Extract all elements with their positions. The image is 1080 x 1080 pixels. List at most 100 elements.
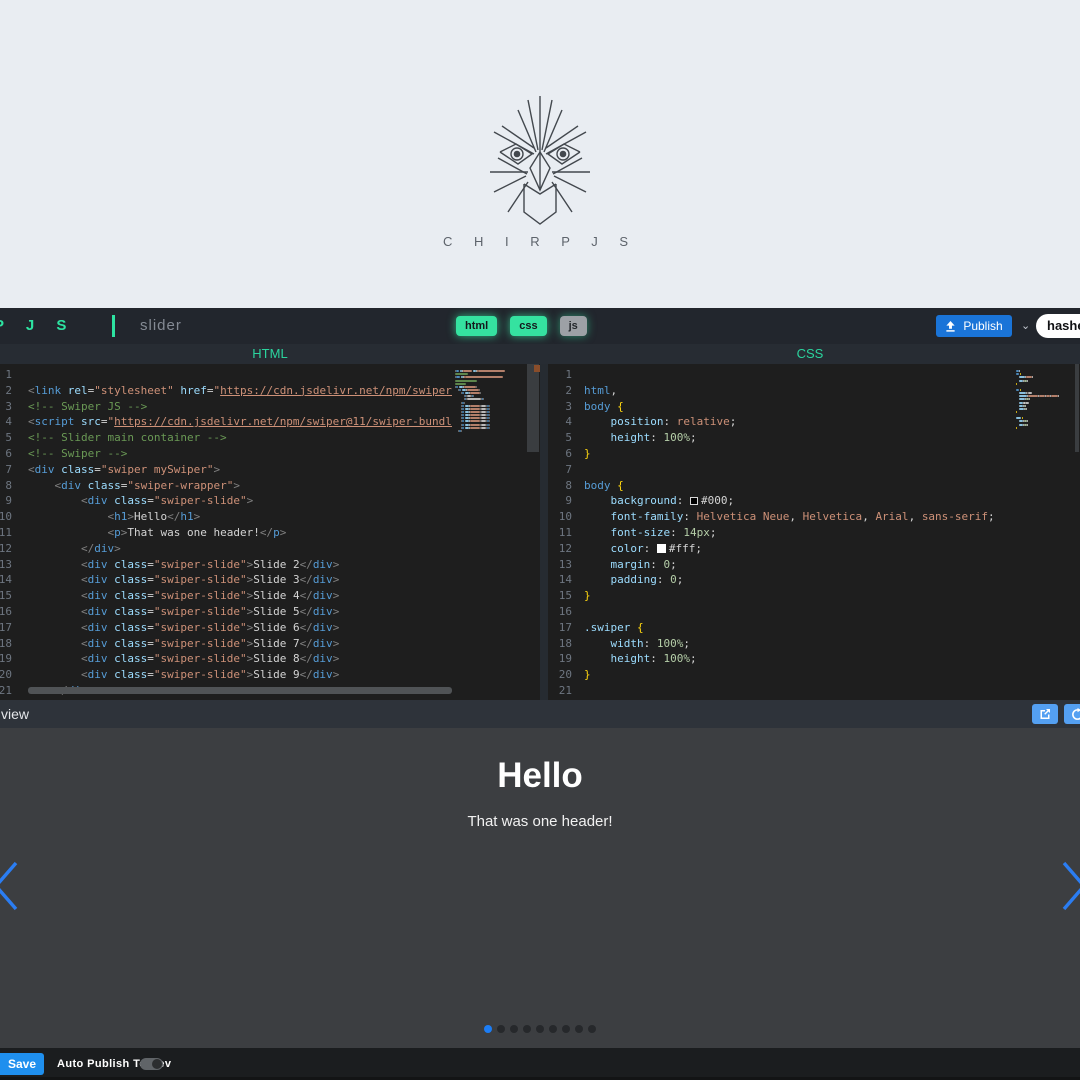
- chevron-down-icon[interactable]: ⌄: [1021, 319, 1030, 332]
- pagination-dot[interactable]: [510, 1025, 518, 1033]
- line-number: 8: [554, 478, 572, 494]
- pagination-dot[interactable]: [536, 1025, 544, 1033]
- minimap[interactable]: [1016, 367, 1074, 433]
- code-line: <div class="swiper-slide">Slide 6</div>: [28, 620, 452, 636]
- line-number: 19: [554, 651, 572, 667]
- line-number: 13: [0, 557, 12, 573]
- refresh-icon: [1071, 708, 1080, 721]
- vertical-scrollbar[interactable]: [1074, 364, 1080, 700]
- code-line: <!-- Slider main container -->: [28, 430, 452, 446]
- toolbar: P J S slider html css js Publish ⌄ hashe…: [0, 308, 1080, 344]
- refresh-button[interactable]: [1064, 704, 1080, 724]
- panel-title-html: HTML: [0, 346, 540, 361]
- code-line: <div class="swiper-slide">: [28, 493, 452, 509]
- line-number: 16: [0, 604, 12, 620]
- line-number: 16: [554, 604, 572, 620]
- preview-subtext: That was one header!: [0, 813, 1080, 830]
- tab-js[interactable]: js: [560, 316, 587, 336]
- project-name: slider: [140, 317, 182, 334]
- user-pill[interactable]: hashem: [1036, 314, 1080, 338]
- code-line: <div class="swiper-slide">Slide 5</div>: [28, 604, 452, 620]
- code-line: [584, 462, 1012, 478]
- code-line: <div class="swiper-slide">Slide 8</div>: [28, 651, 452, 667]
- code-line: <div class="swiper-slide">Slide 7</div>: [28, 636, 452, 652]
- code-line: [584, 367, 1012, 383]
- code-line: margin: 0;: [584, 557, 1012, 573]
- pagination-dot[interactable]: [575, 1025, 583, 1033]
- line-number: 11: [0, 525, 12, 541]
- code-line: width: 100%;: [584, 636, 1012, 652]
- scrollbar-thumb[interactable]: [527, 364, 539, 452]
- code-line: font-size: 14px;: [584, 525, 1012, 541]
- html-editor[interactable]: 123456789101112131415161718192021 <link …: [0, 364, 540, 700]
- minimap-line: [455, 430, 525, 433]
- scrollbar-thumb[interactable]: [1075, 364, 1079, 452]
- code-line: <h1>Hello</h1>: [28, 509, 452, 525]
- code-line: <!-- Swiper -->: [28, 446, 452, 462]
- line-number: 9: [0, 493, 12, 509]
- code-area[interactable]: <link rel="stylesheet" href="https://cdn…: [28, 367, 452, 699]
- code-line: background: #000;: [584, 493, 1012, 509]
- minimap[interactable]: [455, 367, 525, 433]
- line-number: 5: [554, 430, 572, 446]
- pagination-dot[interactable]: [484, 1025, 492, 1033]
- hero-section: C H I R P J S: [0, 0, 1080, 308]
- code-line: height: 100%;: [584, 651, 1012, 667]
- pagination-dots: [0, 1025, 1080, 1033]
- chevron-right-icon[interactable]: [1060, 860, 1080, 912]
- pagination-dot[interactable]: [562, 1025, 570, 1033]
- publish-button[interactable]: Publish: [936, 315, 1012, 337]
- code-line: color: #fff;: [584, 541, 1012, 557]
- pagination-dot[interactable]: [523, 1025, 531, 1033]
- code-line: body {: [584, 478, 1012, 494]
- brand-text: C H I R P J S: [0, 234, 1080, 249]
- toolbar-logo-text: P J S: [0, 317, 75, 334]
- code-line: html,: [584, 383, 1012, 399]
- line-number: 17: [0, 620, 12, 636]
- line-number: 20: [0, 667, 12, 683]
- line-number: 2: [0, 383, 12, 399]
- line-number: 12: [0, 541, 12, 557]
- code-line: <p>That was one header!</p>: [28, 525, 452, 541]
- code-line: <!-- Swiper JS -->: [28, 399, 452, 415]
- vertical-scrollbar[interactable]: [526, 364, 540, 700]
- pagination-dot[interactable]: [588, 1025, 596, 1033]
- pagination-dot[interactable]: [549, 1025, 557, 1033]
- line-number: 1: [554, 367, 572, 383]
- line-number: 4: [0, 414, 12, 430]
- editor-tabs: html css js: [456, 316, 587, 336]
- code-line: <link rel="stylesheet" href="https://cdn…: [28, 383, 452, 399]
- tab-html[interactable]: html: [456, 316, 497, 336]
- line-number: 19: [0, 651, 12, 667]
- tab-css[interactable]: css: [510, 316, 546, 336]
- css-editor[interactable]: 123456789101112131415161718192021 html,b…: [548, 364, 1080, 700]
- line-number: 9: [554, 493, 572, 509]
- editor-headers: HTML CSS: [0, 344, 1080, 364]
- line-number: 18: [554, 636, 572, 652]
- code-line: font-family: Helvetica Neue, Helvetica, …: [584, 509, 1012, 525]
- pagination-dot[interactable]: [497, 1025, 505, 1033]
- open-external-button[interactable]: [1032, 704, 1058, 724]
- chevron-left-icon[interactable]: [0, 860, 20, 912]
- save-button[interactable]: Save: [0, 1053, 44, 1075]
- code-line: body {: [584, 399, 1012, 415]
- code-line: [584, 604, 1012, 620]
- line-number: 20: [554, 667, 572, 683]
- line-number: 21: [554, 683, 572, 699]
- line-number: 6: [0, 446, 12, 462]
- line-number: 11: [554, 525, 572, 541]
- footer-bar: Save Auto Publish To Dev: [0, 1048, 1080, 1080]
- horizontal-scrollbar[interactable]: [28, 687, 452, 694]
- code-line: <div class="swiper mySwiper">: [28, 462, 452, 478]
- code-area[interactable]: html,body { position: relative; height: …: [584, 367, 1012, 699]
- preview-heading: Hello: [0, 756, 1080, 796]
- line-number: 15: [0, 588, 12, 604]
- line-number: 3: [554, 399, 572, 415]
- minimap-line: [1016, 430, 1074, 433]
- code-line: .swiper {: [584, 620, 1012, 636]
- line-number: 10: [554, 509, 572, 525]
- line-number: 8: [0, 478, 12, 494]
- code-line: height: 100%;: [584, 430, 1012, 446]
- auto-publish-toggle[interactable]: [140, 1058, 163, 1070]
- code-line: }: [584, 446, 1012, 462]
